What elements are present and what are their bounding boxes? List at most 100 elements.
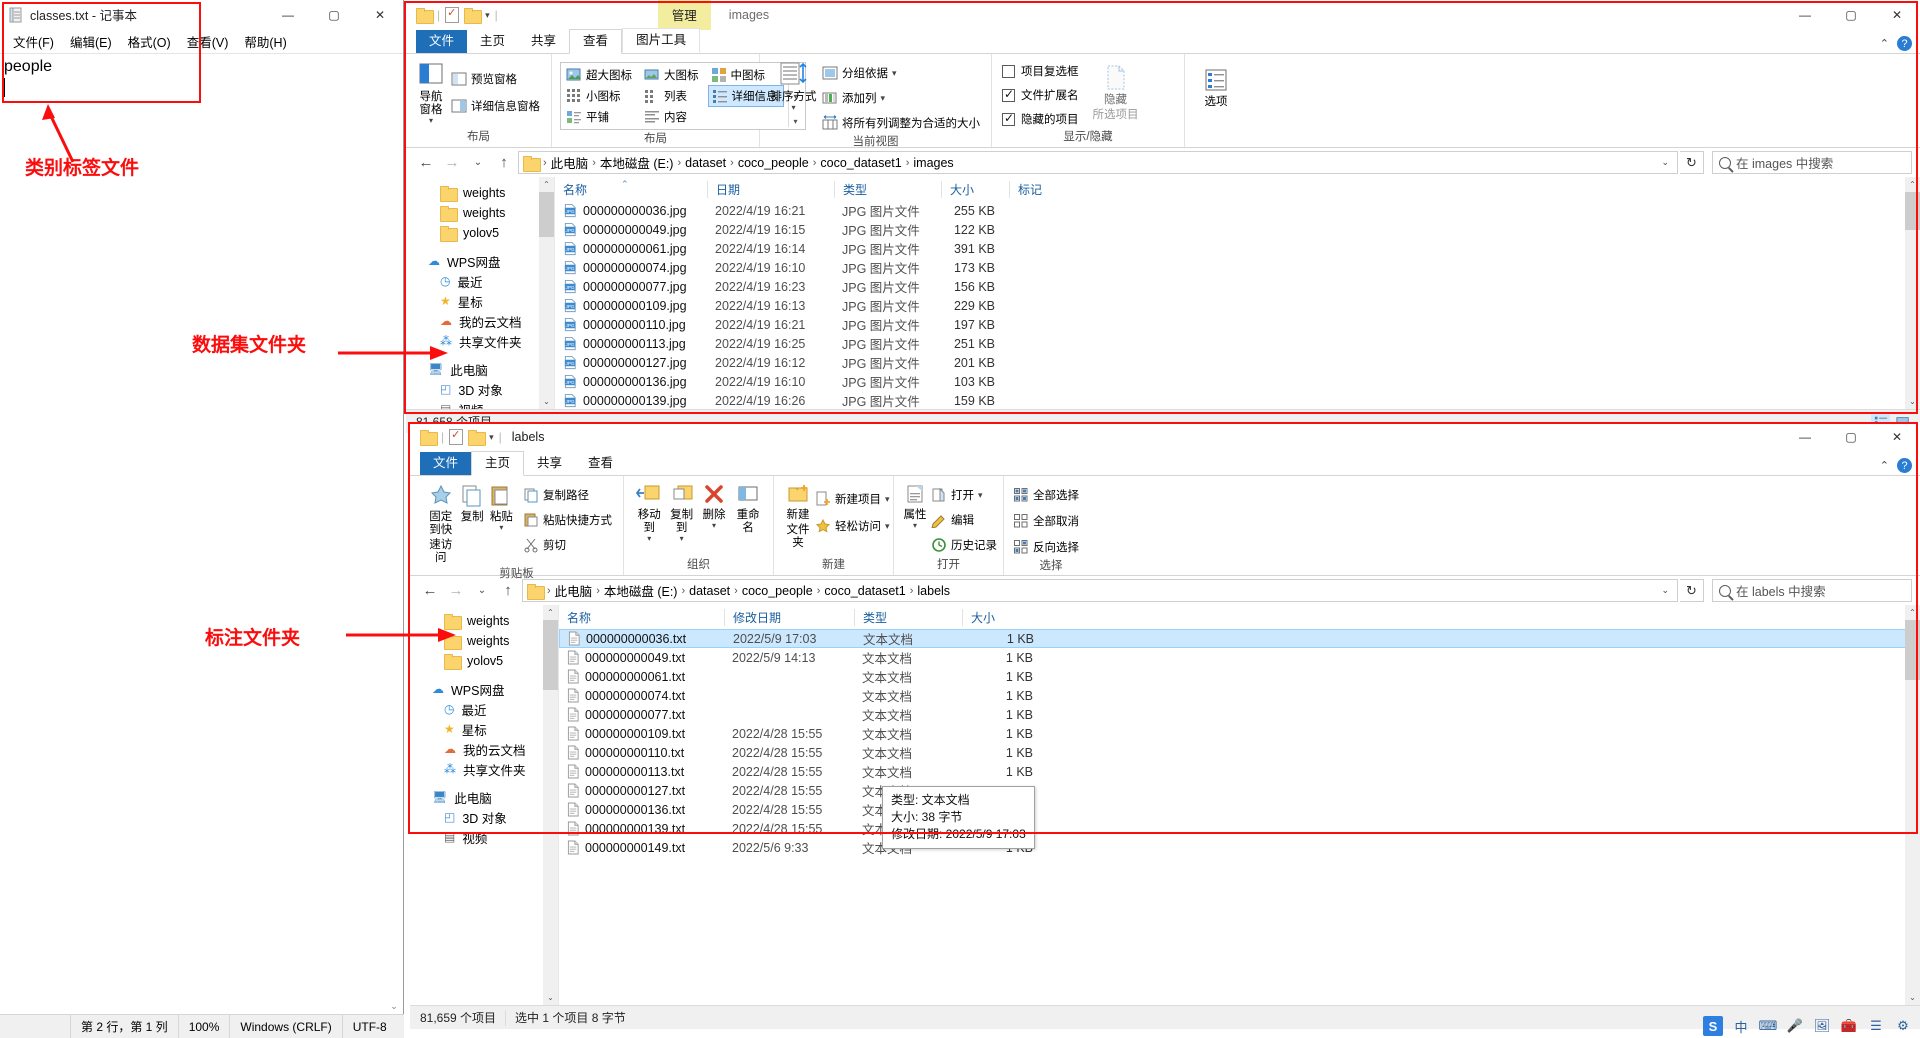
copy-path-button[interactable]: 复制路径 <box>520 485 615 505</box>
maximize-button[interactable]: ▢ <box>311 0 357 30</box>
add-columns-button[interactable]: 添加列 ▾ <box>819 88 983 108</box>
folder-icon[interactable] <box>420 430 436 444</box>
breadcrumb-item-this-pc[interactable]: 此电脑 <box>551 153 589 172</box>
customize-qat-caret-icon[interactable]: ▾ <box>485 10 490 21</box>
ime-mode-label[interactable]: 中 <box>1732 1017 1750 1035</box>
notepad-text-area[interactable]: people <box>0 54 403 1013</box>
paste-button[interactable]: 粘贴 ▾ <box>487 481 516 532</box>
nav-item-weights-2[interactable]: weights <box>410 631 558 651</box>
view-large-icons[interactable]: 大图标 <box>641 65 704 85</box>
menu-edit[interactable]: 编辑(E) <box>63 30 119 53</box>
forward-button[interactable]: → <box>440 151 464 175</box>
breadcrumb-separator[interactable]: › <box>544 585 554 597</box>
nav-item-recent[interactable]: ◷最近 <box>406 271 554 291</box>
breadcrumb[interactable]: › 此电脑 › 本地磁盘 (E:) › dataset › coco_peopl… <box>522 579 1678 602</box>
sort-by-button[interactable]: 排序方式 ▾ <box>768 59 819 112</box>
table-row[interactable]: JPG000000000077.jpg2022/4/19 16:23JPG 图片… <box>555 277 1920 296</box>
chevron-down-icon[interactable]: ▾ <box>881 93 886 104</box>
table-row[interactable]: 000000000136.txt2022/4/28 15:55文本文档1 KB <box>559 800 1920 819</box>
view-small-icons[interactable]: 小图标 <box>563 85 637 107</box>
table-row[interactable]: JPG000000000061.jpg2022/4/19 16:14JPG 图片… <box>555 239 1920 258</box>
table-row[interactable]: 000000000113.txt2022/4/28 15:55文本文档1 KB <box>559 762 1920 781</box>
collapse-ribbon-icon[interactable]: ⌃ <box>1880 37 1889 50</box>
minimize-button[interactable]: — <box>1782 0 1828 30</box>
breadcrumb-item-coco-dataset1[interactable]: coco_dataset1 <box>824 584 905 598</box>
cut-button[interactable]: 剪切 <box>520 535 615 555</box>
column-type[interactable]: 类型 <box>834 181 941 198</box>
nav-item-yolov5[interactable]: yolov5 <box>406 223 554 243</box>
delete-button[interactable]: 删除 ▾ <box>699 481 729 530</box>
column-size[interactable]: 大小 <box>962 609 1047 626</box>
scroll-up-arrow-icon[interactable]: ⌃ <box>1905 605 1920 620</box>
breadcrumb-item-dataset[interactable]: dataset <box>689 584 730 598</box>
scroll-down-arrow-icon[interactable]: ⌄ <box>543 990 558 1005</box>
table-row[interactable]: 000000000061.txt文本文档1 KB <box>559 667 1920 686</box>
close-button[interactable]: ✕ <box>1874 0 1920 30</box>
close-button[interactable]: ✕ <box>1874 422 1920 452</box>
tab-share[interactable]: 共享 <box>524 452 575 475</box>
properties-icon[interactable] <box>449 429 463 445</box>
refresh-button[interactable]: ↻ <box>1680 579 1704 602</box>
breadcrumb-separator[interactable]: › <box>678 585 688 597</box>
table-row[interactable]: 000000000109.txt2022/4/28 15:55文本文档1 KB <box>559 724 1920 743</box>
scroll-up-arrow-icon[interactable]: ⌃ <box>539 177 554 192</box>
chevron-down-icon[interactable]: ▾ <box>499 524 503 532</box>
table-row[interactable]: 000000000110.txt2022/4/28 15:55文本文档1 KB <box>559 743 1920 762</box>
open-button[interactable]: 打开 ▾ <box>928 485 1000 505</box>
nav-item-recent[interactable]: ◷最近 <box>410 699 558 719</box>
scrollbar-thumb[interactable] <box>539 192 554 237</box>
table-row[interactable]: JPG000000000036.jpg2022/4/19 16:21JPG 图片… <box>555 201 1920 220</box>
nav-item-shared-folder[interactable]: ⁂共享文件夹 <box>406 331 554 351</box>
checkbox-icon[interactable] <box>1002 65 1015 78</box>
breadcrumb-separator[interactable]: › <box>903 157 913 169</box>
table-row[interactable]: JPG000000000127.jpg2022/4/19 16:12JPG 图片… <box>555 353 1920 372</box>
move-to-button[interactable]: 移动到 ▾ <box>634 481 664 543</box>
nav-item-shared-folder[interactable]: ⁂共享文件夹 <box>410 759 558 779</box>
new-folder-icon[interactable] <box>468 430 484 444</box>
nav-item-weights-2[interactable]: weights <box>406 203 554 223</box>
breadcrumb-item-images[interactable]: images <box>913 156 953 170</box>
breadcrumb-item-coco-people[interactable]: coco_people <box>738 156 809 170</box>
chevron-down-icon[interactable]: ▾ <box>647 535 651 543</box>
easy-access-button[interactable]: 轻松访问 ▾ <box>812 516 893 536</box>
details-pane-button[interactable]: 详细信息窗格 <box>448 96 543 116</box>
chevron-down-icon[interactable]: ▾ <box>885 494 890 505</box>
navigation-pane-button[interactable]: 导航窗格 ▾ <box>414 59 448 125</box>
refresh-button[interactable]: ↻ <box>1680 151 1704 174</box>
search-box[interactable]: 在 images 中搜索 <box>1712 151 1912 174</box>
labels-file-list[interactable]: 名称 修改日期 类型 大小 000000000036.txt2022/5/9 1… <box>558 605 1920 1005</box>
breadcrumb-separator[interactable]: › <box>810 157 820 169</box>
breadcrumb-item-coco-dataset1[interactable]: coco_dataset1 <box>820 156 901 170</box>
item-checkboxes-checkbox[interactable]: 项目复选框 <box>1000 62 1081 80</box>
images-list-scrollbar[interactable]: ⌃ ⌄ <box>1905 177 1920 409</box>
view-content[interactable]: 内容 <box>641 107 704 127</box>
minimize-button[interactable]: — <box>1782 422 1828 452</box>
minimize-button[interactable]: — <box>265 0 311 30</box>
tab-picture-tools[interactable]: 图片工具 <box>622 28 700 53</box>
table-row[interactable]: JPG000000000110.jpg2022/4/19 16:21JPG 图片… <box>555 315 1920 334</box>
toolbox-icon[interactable]: 🧰 <box>1840 1017 1858 1035</box>
labels-navigation-pane[interactable]: weights weights yolov5 ☁WPS网盘 ◷最近 ★星标 ☁我… <box>410 605 558 1005</box>
breadcrumb-separator[interactable]: › <box>593 585 603 597</box>
chevron-down-icon[interactable]: ▾ <box>712 522 716 530</box>
edit-button[interactable]: 编辑 <box>928 510 1000 530</box>
menu-icon[interactable]: ☰ <box>1867 1017 1885 1035</box>
view-list[interactable]: 列表 <box>641 85 704 107</box>
nav-item-starred[interactable]: ★星标 <box>406 291 554 311</box>
table-row[interactable]: JPG000000000049.jpg2022/4/19 16:15JPG 图片… <box>555 220 1920 239</box>
scroll-down-arrow-icon[interactable]: ⌄ <box>386 998 402 1014</box>
tab-file[interactable]: 文件 <box>416 30 467 53</box>
menu-file[interactable]: 文件(F) <box>6 30 61 53</box>
images-navigation-pane[interactable]: weights weights yolov5 ☁WPS网盘 ◷最近 ★星标 ☁我… <box>406 177 554 409</box>
breadcrumb-item-drive[interactable]: 本地磁盘 (E:) <box>600 153 674 172</box>
breadcrumb-dropdown-icon[interactable]: ⌄ <box>1661 157 1673 168</box>
checkbox-checked-icon[interactable] <box>1002 89 1015 102</box>
new-folder-button[interactable]: 新建 文件夹 <box>784 481 812 550</box>
chevron-down-icon[interactable]: ▾ <box>680 535 684 543</box>
tab-view[interactable]: 查看 <box>575 452 626 475</box>
scrollbar-thumb[interactable] <box>1905 620 1920 680</box>
nav-item-starred[interactable]: ★星标 <box>410 719 558 739</box>
properties-icon[interactable] <box>445 7 459 23</box>
table-row[interactable]: 000000000077.txt文本文档1 KB <box>559 705 1920 724</box>
menu-help[interactable]: 帮助(H) <box>237 30 293 53</box>
